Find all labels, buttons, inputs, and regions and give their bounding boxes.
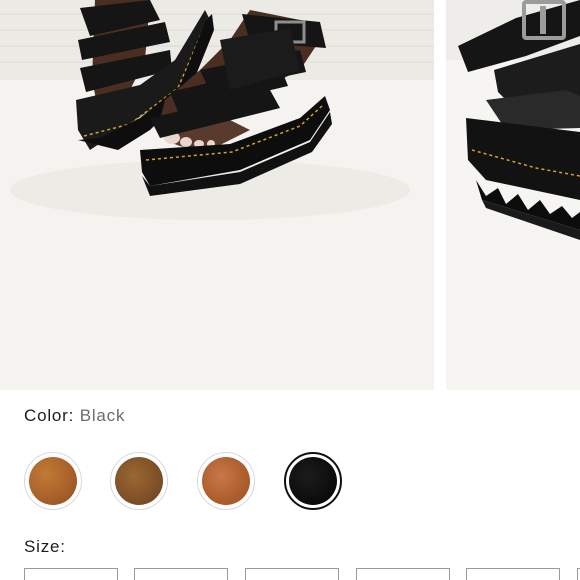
swatch-fill [29, 457, 77, 505]
color-label: Color: [24, 406, 75, 425]
size-option[interactable] [245, 568, 339, 580]
size-option[interactable] [24, 568, 118, 580]
color-swatch-list [24, 452, 354, 512]
sandal-on-foot-image [0, 0, 434, 390]
size-option-list [24, 568, 580, 580]
size-option[interactable] [466, 568, 560, 580]
color-swatch-black[interactable] [284, 452, 342, 510]
color-swatch-tan[interactable] [24, 452, 82, 510]
sandal-on-foot-photo[interactable] [0, 0, 434, 390]
selected-color-value: Black [79, 406, 126, 425]
product-page: Color: Black Size: [0, 0, 580, 580]
swatch-fill [289, 457, 337, 505]
sandal-closeup-image [446, 0, 580, 390]
color-selector-label: Color: Black [24, 406, 125, 426]
sandal-closeup-photo[interactable] [446, 0, 580, 390]
color-swatch-orange-tan[interactable] [197, 452, 255, 510]
swatch-fill [202, 457, 250, 505]
size-label: Size: [24, 537, 66, 556]
product-image-carousel[interactable] [0, 0, 580, 390]
size-option[interactable] [356, 568, 450, 580]
swatch-fill [115, 457, 163, 505]
size-option[interactable] [134, 568, 228, 580]
color-swatch-brown[interactable] [110, 452, 168, 510]
